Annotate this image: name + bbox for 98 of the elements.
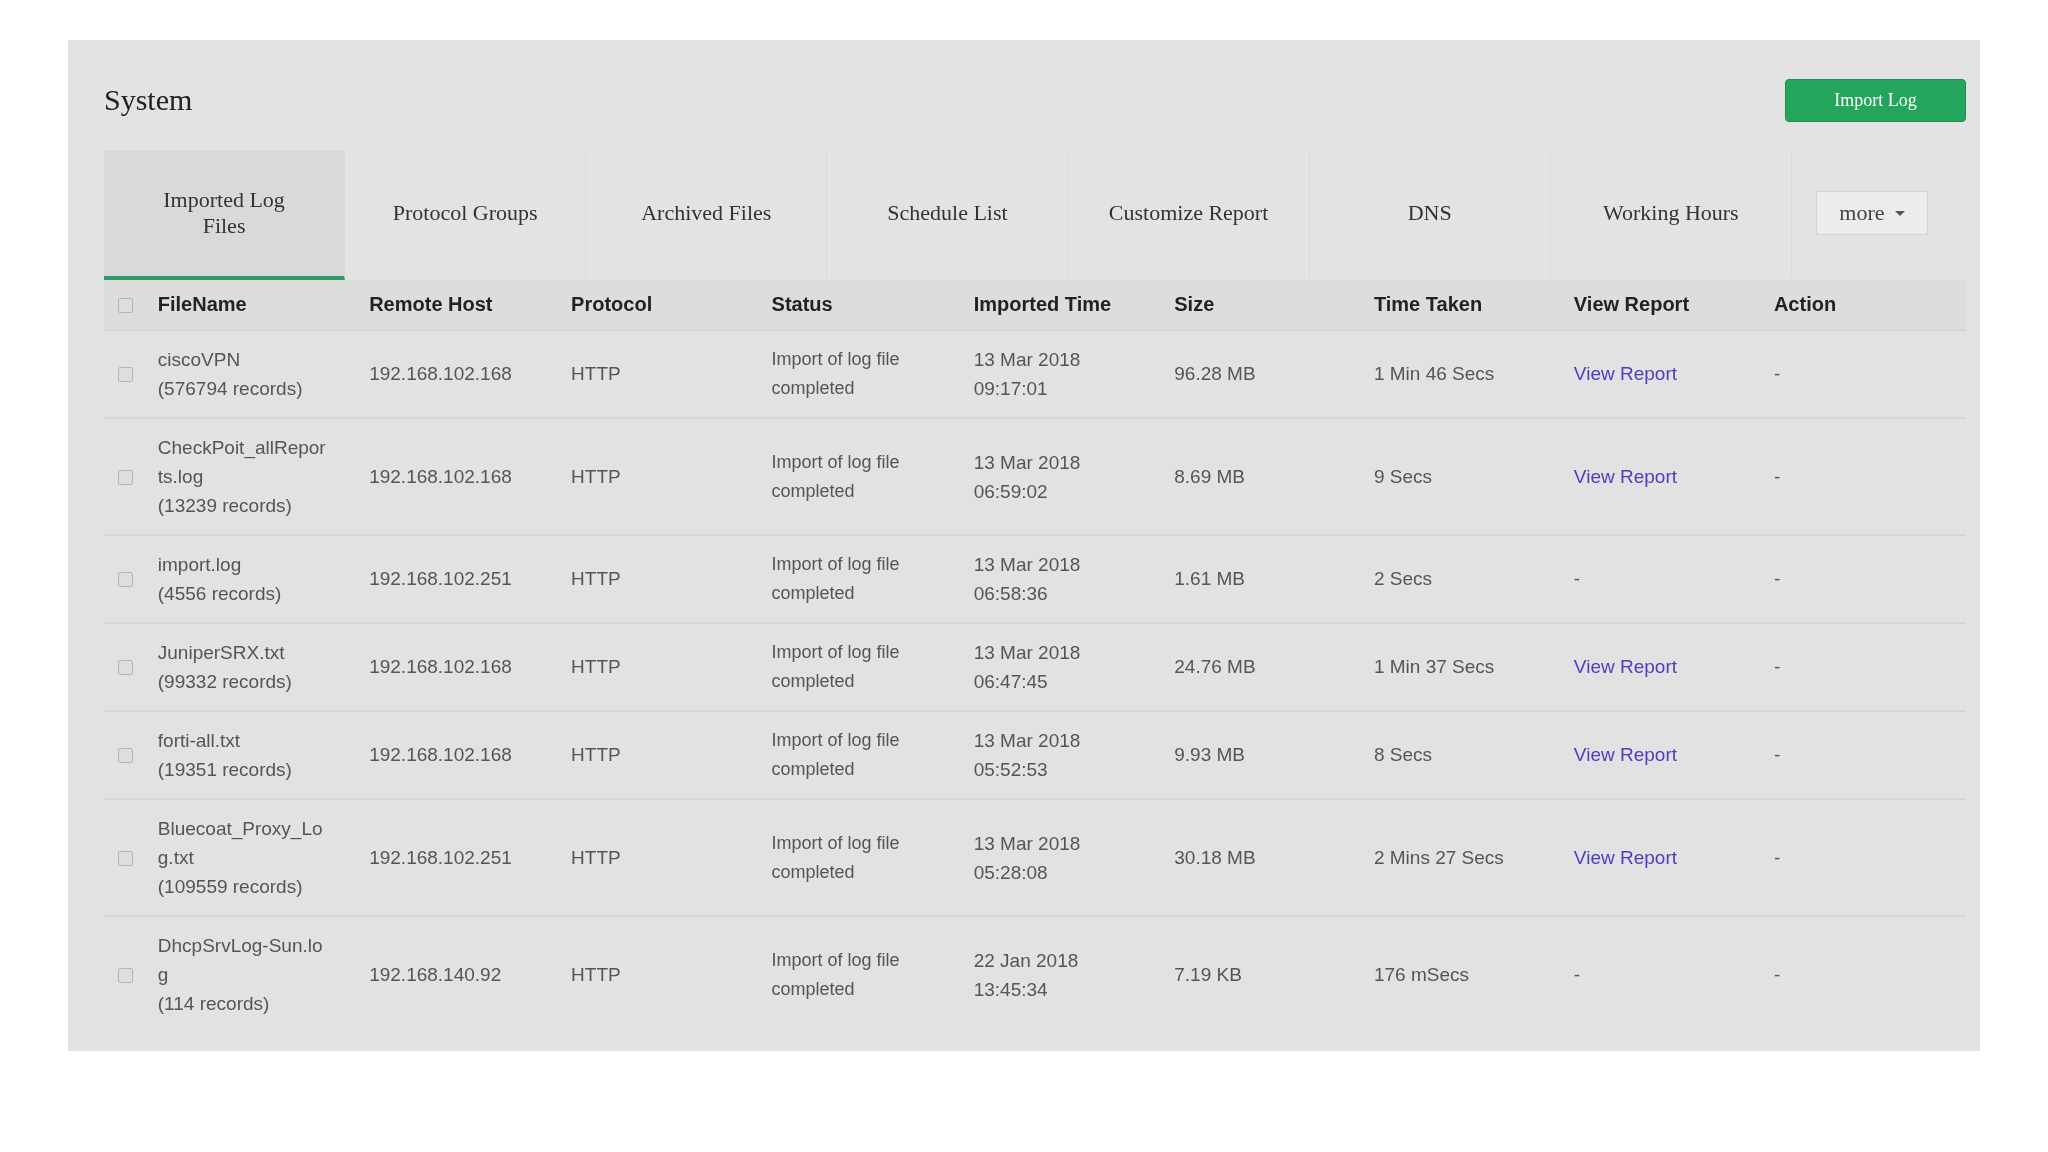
checkbox[interactable] (118, 367, 133, 383)
view-report-link[interactable]: View Report (1573, 846, 1677, 868)
record-count: (19351 records) (157, 758, 293, 782)
table-cell-text: Import of log file completed (771, 831, 901, 884)
table-cell: HTTP (571, 656, 621, 677)
table-cell-text: Import of log file completed (771, 729, 901, 781)
table-cell: - (1573, 963, 1581, 985)
table-cell-text: 13 Mar 2018 (973, 641, 1082, 665)
table-cell: 192.168.102.168 (369, 744, 512, 765)
checkbox[interactable] (118, 748, 133, 764)
table-cell: 192.168.140.92 (369, 963, 502, 985)
page-title: System (104, 83, 193, 117)
column-header: Remote Host (369, 293, 493, 315)
record-count: (109559 records) (157, 875, 304, 899)
table-cell: - (1773, 656, 1781, 677)
file-name: CheckPoit_allReports.log (157, 436, 327, 489)
table-cell-text: Import of log file completed (771, 450, 901, 503)
table-cell: HTTP (571, 568, 621, 589)
view-report-link[interactable]: View Report (1573, 363, 1677, 384)
table-cell: 1 Min 46 Secs (1373, 363, 1495, 384)
table-cell-text: Import of log file completed (771, 553, 901, 605)
checkbox[interactable] (118, 298, 133, 314)
column-header: FileName (157, 293, 247, 315)
table-cell: 176 mSecs (1373, 963, 1469, 985)
table-cell-text: 09:17:01 (973, 377, 1049, 401)
table-cell-text: 06:47:45 (973, 670, 1049, 694)
table-cell-text: Import of log file completed (771, 641, 901, 693)
view-report-link[interactable]: View Report (1573, 465, 1677, 487)
table-cell: 8 Secs (1373, 744, 1432, 765)
tab[interactable]: Imported Log Files (104, 150, 346, 280)
table-cell: HTTP (571, 744, 621, 765)
record-count: (114 records) (157, 992, 271, 1016)
record-count: (13239 records) (157, 494, 293, 518)
table-cell-text: 13 Mar 2018 (973, 450, 1082, 475)
table-cell: 192.168.102.251 (369, 568, 512, 589)
table-cell: 96.28 MB (1174, 363, 1256, 384)
table-cell-text: Import of log file completed (771, 348, 901, 400)
table-cell: - (1773, 568, 1781, 589)
table-cell: 192.168.102.168 (369, 363, 512, 384)
column-header: Size (1174, 293, 1215, 315)
column-header: Time Taken (1373, 293, 1483, 315)
table-cell: 192.168.102.168 (369, 656, 512, 677)
table-cell: HTTP (571, 363, 621, 384)
table-cell-text: 06:59:02 (973, 479, 1049, 504)
record-count: (4556 records) (157, 582, 283, 606)
table-cell-text: 13 Mar 2018 (973, 348, 1082, 372)
column-header: View Report (1573, 293, 1690, 315)
table-cell: 30.18 MB (1174, 846, 1256, 868)
table-cell: 192.168.102.168 (369, 465, 512, 487)
file-name: JuniperSRX.txt (157, 641, 286, 665)
checkbox[interactable] (118, 968, 133, 983)
caret-icon (1894, 210, 1905, 216)
table-cell: - (1773, 465, 1781, 487)
column-header: Status (771, 293, 833, 315)
checkbox[interactable] (118, 572, 133, 588)
file-name: import.log (157, 553, 243, 577)
table-cell-text: 06:58:36 (973, 582, 1049, 606)
table-cell-text: 13 Mar 2018 (973, 729, 1082, 753)
column-header: Imported Time (973, 293, 1112, 315)
checkbox[interactable] (118, 660, 133, 676)
table-cell: HTTP (571, 465, 621, 487)
file-name: DhcpSrvLog-Sun.log (157, 934, 324, 987)
record-count: (99332 records) (157, 670, 293, 694)
table-cell-text: 13 Mar 2018 (973, 553, 1082, 577)
table-cell-text: 05:52:53 (973, 758, 1049, 782)
table-cell: - (1773, 744, 1781, 765)
column-header: Action (1773, 293, 1837, 315)
table-cell: 1.61 MB (1174, 568, 1245, 589)
table-cell-text: 05:28:08 (973, 860, 1049, 885)
file-name: forti-all.txt (157, 729, 242, 753)
table-cell: HTTP (571, 963, 621, 985)
table-cell: - (1773, 363, 1781, 384)
table-cell: 192.168.102.251 (369, 846, 512, 868)
table-cell-text: 13:45:34 (973, 977, 1049, 1002)
table-cell: 24.76 MB (1174, 656, 1256, 677)
more-dropdown-button[interactable]: more (1816, 191, 1928, 235)
table-cell: 1 Min 37 Secs (1373, 656, 1495, 677)
table-cell: HTTP (571, 846, 621, 868)
checkbox[interactable] (118, 851, 133, 866)
file-name: Bluecoat_Proxy_Log.txt (157, 817, 324, 870)
column-header: Protocol (571, 293, 653, 315)
table-cell: - (1773, 963, 1781, 985)
table-cell: 9 Secs (1373, 465, 1432, 487)
table-cell: 2 Mins 27 Secs (1373, 846, 1504, 868)
record-count: (576794 records) (157, 377, 304, 401)
table-cell: 9.93 MB (1174, 744, 1245, 765)
table-cell: 8.69 MB (1174, 465, 1245, 487)
table-cell: 7.19 KB (1174, 963, 1242, 985)
table-cell: 2 Secs (1373, 568, 1432, 589)
view-report-link[interactable]: View Report (1573, 744, 1677, 765)
table-cell-text: 13 Mar 2018 (973, 831, 1082, 856)
table-cell: - (1573, 568, 1581, 589)
file-name: ciscoVPN (157, 348, 242, 372)
table-cell-text: 22 Jan 2018 (973, 948, 1080, 973)
view-report-link[interactable]: View Report (1573, 656, 1677, 677)
table-cell: - (1773, 846, 1781, 868)
checkbox[interactable] (118, 470, 133, 485)
table-cell-text: Import of log file completed (771, 948, 901, 1001)
